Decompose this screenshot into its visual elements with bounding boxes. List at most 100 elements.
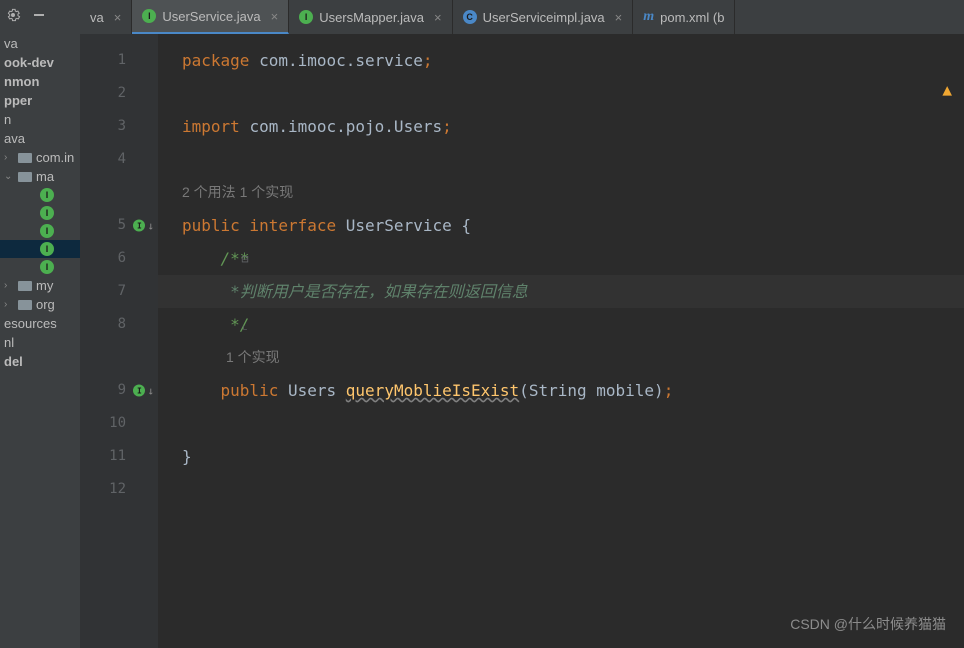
sidebar-item-label: my bbox=[36, 278, 53, 293]
chevron-icon: › bbox=[4, 299, 14, 310]
sidebar-item[interactable]: I bbox=[0, 204, 80, 222]
code-line[interactable]: public interface UserService { bbox=[158, 209, 964, 242]
minimize-icon[interactable] bbox=[30, 6, 48, 24]
folder-icon bbox=[18, 172, 32, 182]
chevron-icon: ⌄ bbox=[4, 171, 14, 182]
sidebar-item[interactable]: pper bbox=[0, 91, 80, 110]
sidebar: vaook-devnmonppernava›com.in⌄maIIIII›my›… bbox=[0, 0, 80, 648]
interface-icon: I bbox=[40, 188, 54, 202]
code-line[interactable] bbox=[158, 407, 964, 440]
sidebar-item[interactable]: nmon bbox=[0, 72, 80, 91]
chevron-icon: › bbox=[4, 152, 14, 163]
tab-label: pom.xml (b bbox=[660, 10, 724, 25]
tab[interactable]: I UserService.java × bbox=[132, 0, 289, 34]
tab-label: UserService.java bbox=[162, 9, 260, 24]
sidebar-item[interactable]: I bbox=[0, 222, 80, 240]
gutter-line-number[interactable]: 12 bbox=[80, 473, 158, 506]
sidebar-item[interactable]: nl bbox=[0, 333, 80, 352]
inlay-hint[interactable]: 1 个实现 bbox=[158, 341, 964, 374]
sidebar-item[interactable]: ⌄ ma bbox=[0, 167, 80, 186]
gutter-line-number[interactable]: 11 bbox=[80, 440, 158, 473]
sidebar-item[interactable]: ava bbox=[0, 129, 80, 148]
gutter-line-number[interactable]: 10 bbox=[80, 407, 158, 440]
sidebar-item[interactable]: › my bbox=[0, 276, 80, 295]
class-icon: C bbox=[463, 10, 477, 24]
sidebar-item-label: nmon bbox=[4, 74, 39, 89]
tab-label: UsersMapper.java bbox=[319, 10, 424, 25]
sidebar-item[interactable]: I bbox=[0, 258, 80, 276]
code-line[interactable]: package com.imooc.service; bbox=[158, 44, 964, 77]
tab[interactable]: va × bbox=[80, 0, 132, 34]
interface-icon: I bbox=[40, 224, 54, 238]
close-icon[interactable]: × bbox=[615, 10, 623, 25]
maven-icon: m bbox=[643, 9, 654, 25]
gutter-line-number[interactable]: 1 bbox=[80, 44, 158, 77]
folder-icon bbox=[18, 300, 32, 310]
sidebar-item[interactable]: ›org bbox=[0, 295, 80, 314]
sidebar-item-label: pper bbox=[4, 93, 32, 108]
sidebar-item-label: n bbox=[4, 112, 11, 127]
sidebar-item-label: ook-dev bbox=[4, 55, 54, 70]
gutter-line-number[interactable]: 3 bbox=[80, 110, 158, 143]
sidebar-tree[interactable]: vaook-devnmonppernava›com.in⌄maIIIII›my›… bbox=[0, 30, 80, 648]
gutter-line-number[interactable]: 2 bbox=[80, 77, 158, 110]
gutter-line-number[interactable]: 4 bbox=[80, 143, 158, 176]
sidebar-item-label: esources bbox=[4, 316, 57, 331]
close-icon[interactable]: × bbox=[114, 10, 122, 25]
tab[interactable]: m pom.xml (b bbox=[633, 0, 735, 34]
sidebar-item[interactable]: I bbox=[0, 240, 80, 258]
gutter-line-number[interactable]: 8 bbox=[80, 308, 158, 341]
warning-icon[interactable]: ▲ bbox=[942, 80, 952, 99]
inlay-hint[interactable]: 2 个用法 1 个实现 bbox=[158, 176, 964, 209]
tab[interactable]: IUsersMapper.java× bbox=[289, 0, 452, 34]
code-line[interactable] bbox=[158, 473, 964, 506]
interface-icon: I bbox=[40, 260, 54, 274]
tab[interactable]: C UserServiceimpl.java × bbox=[453, 0, 634, 34]
editor-area: 12345I↓6789I↓101112 ▲ package com.imooc.… bbox=[80, 34, 964, 648]
sidebar-item[interactable]: I bbox=[0, 186, 80, 204]
sidebar-item-label: ma bbox=[36, 169, 54, 184]
interface-icon: I bbox=[40, 206, 54, 220]
tab-label: UserServiceimpl.java bbox=[483, 10, 605, 25]
close-icon[interactable]: × bbox=[271, 9, 279, 24]
code-line[interactable]: */ bbox=[158, 308, 964, 341]
sidebar-item[interactable]: del bbox=[0, 352, 80, 371]
sidebar-item-label: com.in bbox=[36, 150, 74, 165]
sidebar-item[interactable]: ook-dev bbox=[0, 53, 80, 72]
gutter-line-number[interactable]: 6 bbox=[80, 242, 158, 275]
code-line[interactable]: /** bbox=[158, 242, 964, 275]
sidebar-item-label: ava bbox=[4, 131, 25, 146]
chevron-icon: › bbox=[4, 280, 14, 291]
sidebar-item[interactable]: › com.in bbox=[0, 148, 80, 167]
gutter-line-number[interactable]: 7 bbox=[80, 275, 158, 308]
tab-label: va bbox=[90, 10, 104, 25]
sidebar-item-label: va bbox=[4, 36, 18, 51]
sidebar-item[interactable]: esources bbox=[0, 314, 80, 333]
main-area: va×IUserService.java×IUsersMapper.java×C… bbox=[80, 0, 964, 648]
code-line[interactable] bbox=[158, 77, 964, 110]
code-editor[interactable]: ▲ package com.imooc.service; import com.i… bbox=[158, 34, 964, 648]
code-line[interactable]: } bbox=[158, 440, 964, 473]
folder-icon bbox=[18, 281, 32, 291]
sidebar-item[interactable]: n bbox=[0, 110, 80, 129]
tab-bar: va×IUserService.java×IUsersMapper.java×C… bbox=[80, 0, 964, 34]
gutter: 12345I↓6789I↓101112 bbox=[80, 34, 158, 648]
code-line[interactable]: public Users queryMoblieIsExist(String m… bbox=[158, 374, 964, 407]
sidebar-item-label: nl bbox=[4, 335, 14, 350]
implement-marker-icon[interactable]: I↓ bbox=[133, 374, 154, 407]
gutter-line-number[interactable]: 9I↓ bbox=[80, 374, 158, 407]
gutter-line-number[interactable]: 5I↓ bbox=[80, 209, 158, 242]
code-line[interactable]: *判断用户是否存在，如果存在则返回信息 bbox=[158, 275, 964, 308]
interface-icon: I bbox=[40, 242, 54, 256]
code-line[interactable]: import com.imooc.pojo.Users; bbox=[158, 110, 964, 143]
interface-icon: I bbox=[142, 9, 156, 23]
sidebar-item-label: del bbox=[4, 354, 23, 369]
folder-icon bbox=[18, 153, 32, 163]
implement-marker-icon[interactable]: I↓ bbox=[133, 209, 154, 242]
sidebar-item[interactable]: va bbox=[0, 34, 80, 53]
code-line[interactable] bbox=[158, 143, 964, 176]
sidebar-toolbar bbox=[0, 0, 80, 30]
close-icon[interactable]: × bbox=[434, 10, 442, 25]
watermark: CSDN @什么时候养猫猫 bbox=[790, 614, 946, 634]
gear-icon[interactable] bbox=[4, 6, 22, 24]
